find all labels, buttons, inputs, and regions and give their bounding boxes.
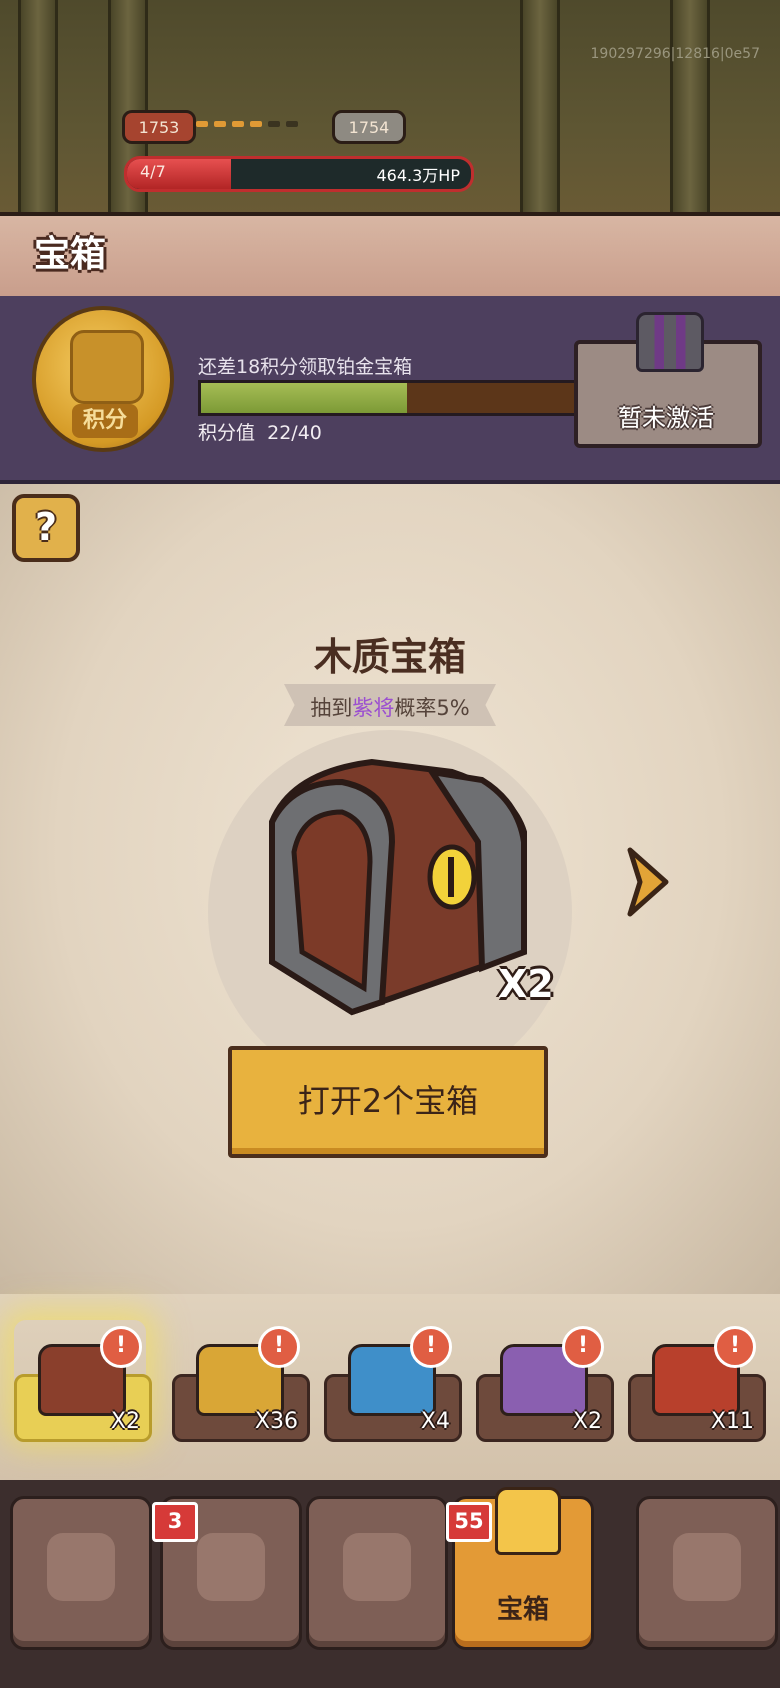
chest-title: 木质宝箱 [313, 635, 466, 679]
open-chests-label: 打开2个宝箱 [297, 1082, 479, 1120]
page-title: 宝箱 [34, 234, 107, 275]
alert-badge: ! [258, 1326, 300, 1368]
points-value-label: 积分值 [198, 422, 256, 444]
chest-icon [495, 1487, 561, 1555]
platinum-chest-icon [636, 312, 704, 372]
nav-tab-heroes[interactable] [10, 1496, 152, 1650]
slot-count: X4 [420, 1409, 450, 1434]
level-progress-dots [196, 121, 326, 129]
points-progress-bar [198, 380, 578, 416]
armor-icon [197, 1533, 265, 1601]
alert-badge: ! [714, 1326, 756, 1368]
chest-count-badge: 55 [446, 1502, 492, 1542]
odds-text: 抽到紫将概率5% [284, 692, 496, 722]
bamboo-decoration [670, 0, 710, 215]
points-progress-fill [201, 383, 407, 413]
bamboo-decoration [18, 0, 58, 215]
heroes-icon [47, 1533, 115, 1601]
chest-slot-blue[interactable]: ! X4 [324, 1320, 462, 1442]
points-message: 还差18积分领取铂金宝箱 [198, 356, 413, 378]
hp-stage: 4/7 [140, 162, 166, 181]
slot-count: X36 [254, 1409, 298, 1434]
odds-suffix: 概率5% [394, 696, 470, 720]
next-arrow-icon[interactable] [626, 846, 672, 918]
points-value: 积分值 22/40 [198, 418, 322, 445]
current-level-badge: 1753 [122, 110, 196, 144]
reward-status: 暂未激活 [618, 404, 714, 432]
slot-count: X11 [710, 1409, 754, 1434]
help-button[interactable]: ? [12, 494, 80, 562]
hp-value: 464.3万HP [376, 166, 461, 185]
nav-tab-treasure[interactable] [306, 1496, 448, 1650]
treasure-icon [343, 1533, 411, 1601]
odds-prefix: 抽到 [310, 696, 353, 720]
nav-label-chests: 宝箱 [496, 1595, 549, 1625]
nav-tab-scroll[interactable] [636, 1496, 778, 1650]
debug-id: 190297296|12816|0e57 [590, 46, 760, 62]
chest-slot-gold[interactable]: ! X36 [172, 1320, 310, 1442]
medal-label: 积分 [72, 404, 138, 438]
alert-badge: ! [410, 1326, 452, 1368]
armor-count-badge: 3 [152, 1502, 198, 1542]
chest-slot-red[interactable]: ! X11 [628, 1320, 766, 1442]
alert-badge: ! [562, 1326, 604, 1368]
alert-badge: ! [100, 1326, 142, 1368]
lock-chest-icon [70, 330, 144, 404]
odds-highlight: 紫将 [352, 696, 395, 720]
slot-count: X2 [572, 1409, 602, 1434]
next-level-badge: 1754 [332, 110, 406, 144]
chest-slot-wooden[interactable]: ! X2 [14, 1320, 152, 1442]
title-board [0, 212, 780, 302]
scroll-icon [673, 1533, 741, 1601]
slot-count: X2 [110, 1409, 140, 1434]
bamboo-decoration [520, 0, 560, 215]
points-value-number: 22/40 [267, 422, 322, 444]
chest-count: X2 [498, 962, 554, 1006]
chest-slot-purple[interactable]: ! X2 [476, 1320, 614, 1442]
